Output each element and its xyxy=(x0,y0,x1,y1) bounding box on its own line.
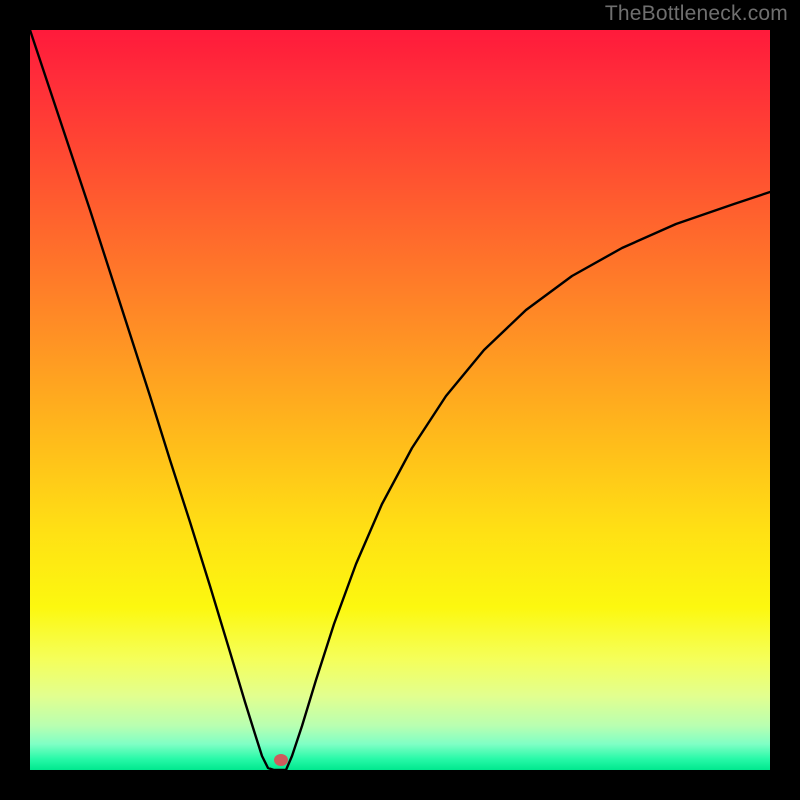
chart-frame: TheBottleneck.com xyxy=(0,0,800,800)
optimal-point-marker xyxy=(274,754,288,766)
bottleneck-curve xyxy=(30,30,770,770)
watermark-text: TheBottleneck.com xyxy=(605,2,788,26)
curve-path xyxy=(30,30,770,770)
plot-area xyxy=(30,30,770,770)
